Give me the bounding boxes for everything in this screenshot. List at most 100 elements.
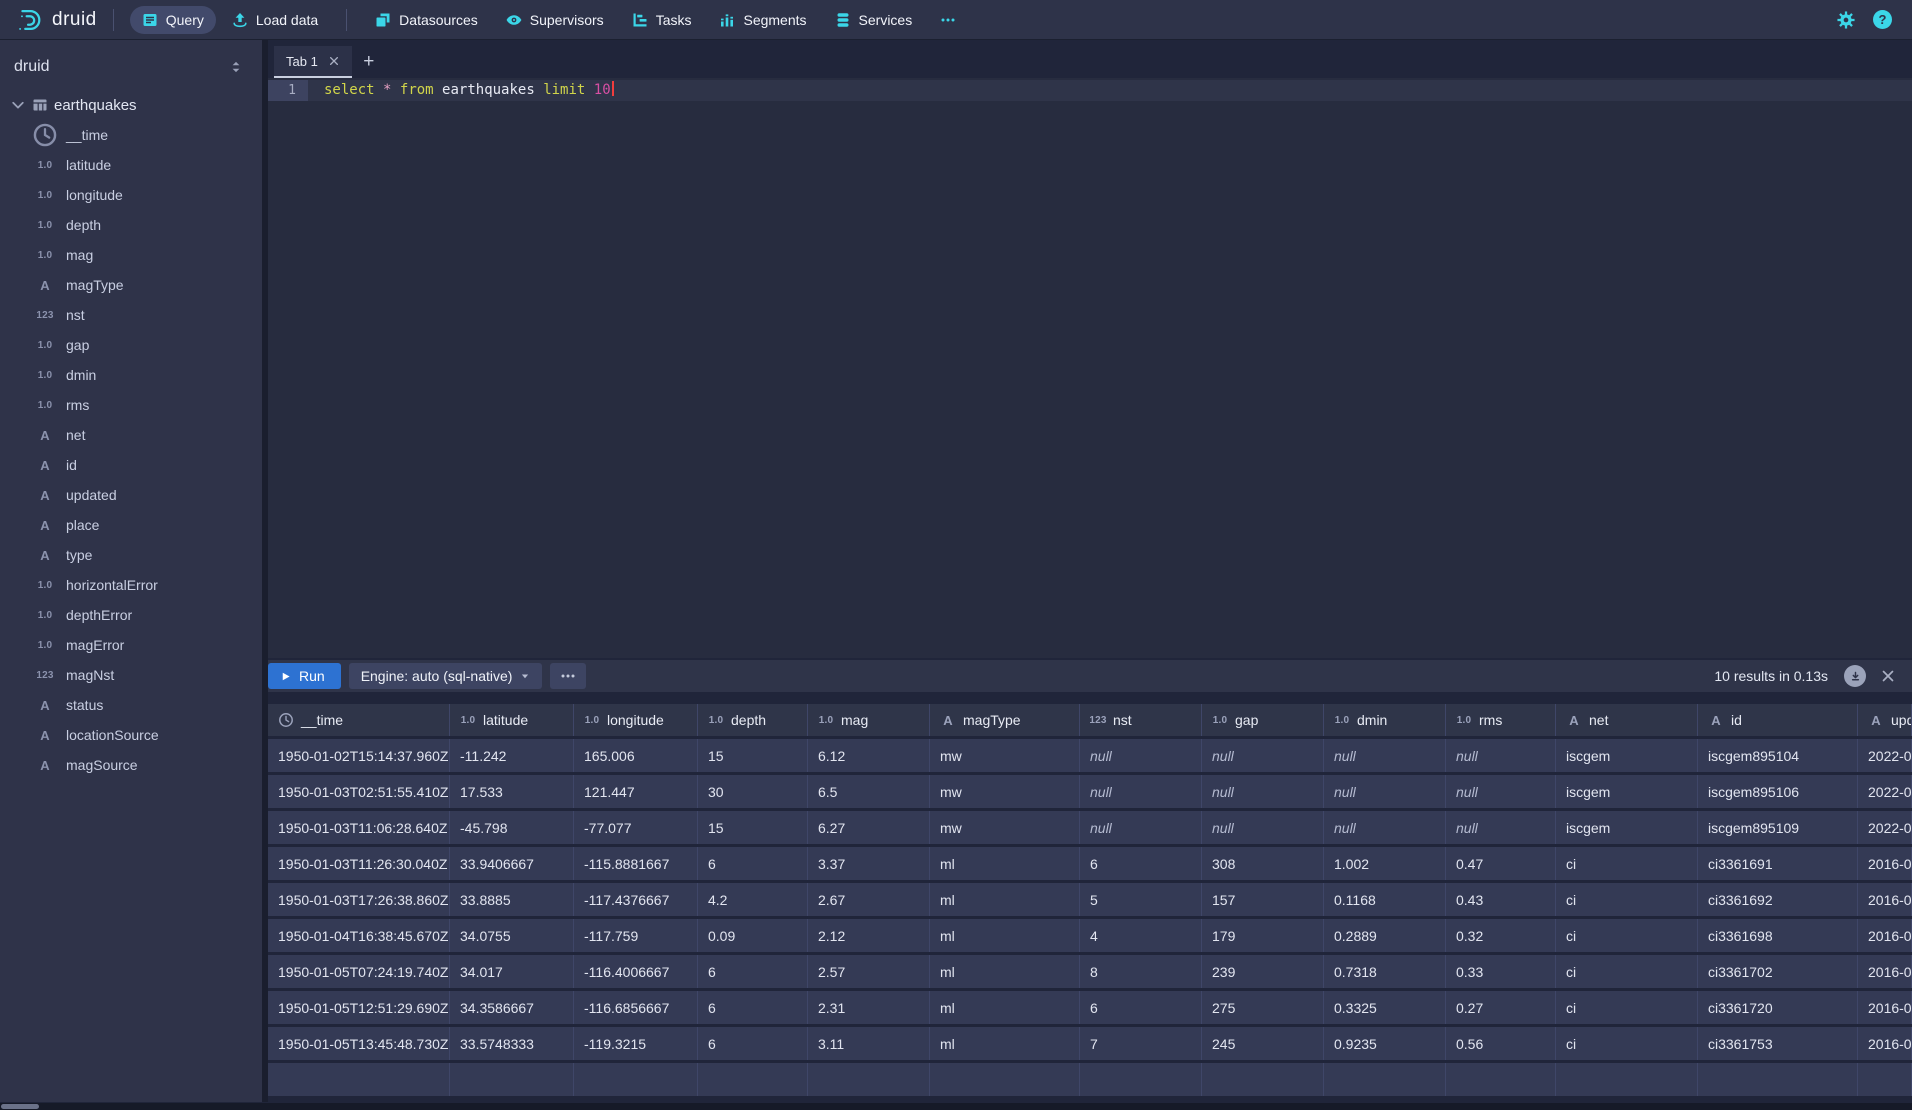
table-cell[interactable]: -77.077 [574, 811, 698, 844]
chevron-down-icon[interactable] [10, 97, 26, 113]
table-cell[interactable]: 2016-0 [1858, 955, 1912, 988]
table-cell[interactable]: mw [930, 739, 1080, 772]
table-cell[interactable] [1858, 1063, 1912, 1096]
nav-item[interactable] [928, 6, 976, 34]
table-cell[interactable]: 179 [1202, 919, 1324, 952]
table-cell[interactable]: 6.5 [808, 775, 930, 808]
table-cell[interactable] [450, 1063, 574, 1096]
table-cell[interactable] [268, 1063, 450, 1096]
column-header-upd[interactable]: Aupd [1858, 704, 1912, 736]
double-caret-vertical-icon[interactable] [228, 59, 244, 75]
nav-item-datasources[interactable]: Datasources [363, 6, 490, 34]
nav-item-load-data[interactable]: Load data [220, 6, 330, 34]
table-cell[interactable]: iscgem [1556, 739, 1698, 772]
table-cell[interactable] [1080, 1063, 1202, 1096]
column-header-net[interactable]: Anet [1556, 704, 1698, 736]
table-cell[interactable]: ci [1556, 847, 1698, 880]
table-cell[interactable]: 33.8885 [450, 883, 574, 916]
sql-editor[interactable]: 1 select * from earthquakes limit 10 [268, 78, 1912, 658]
nav-item-supervisors[interactable]: Supervisors [494, 6, 616, 34]
table-cell[interactable] [1556, 1063, 1698, 1096]
table-cell[interactable]: 6 [1080, 991, 1202, 1024]
sidebar-column-item[interactable]: 1.0 horizontalError [0, 570, 262, 600]
table-cell[interactable]: mw [930, 775, 1080, 808]
table-cell[interactable]: ml [930, 991, 1080, 1024]
add-tab-button[interactable]: + [352, 46, 386, 78]
table-cell[interactable]: 2.67 [808, 883, 930, 916]
column-header-longitude[interactable]: 1.0longitude [574, 704, 698, 736]
table-cell[interactable] [808, 1063, 930, 1096]
table-cell[interactable]: iscgem895106 [1698, 775, 1858, 808]
sidebar-column-item[interactable]: A locationSource [0, 720, 262, 750]
sidebar-column-item[interactable]: 123 nst [0, 300, 262, 330]
table-cell[interactable]: 0.9235 [1324, 1027, 1446, 1060]
settings-gear-icon[interactable] [1837, 11, 1855, 29]
table-cell[interactable]: 165.006 [574, 739, 698, 772]
table-cell[interactable]: 157 [1202, 883, 1324, 916]
table-cell[interactable]: 2016-0 [1858, 883, 1912, 916]
table-cell[interactable]: iscgem [1556, 811, 1698, 844]
download-results-icon[interactable] [1844, 665, 1866, 687]
table-cell[interactable]: 0.2889 [1324, 919, 1446, 952]
table-cell[interactable]: 1950-01-04T16:38:45.670Z [268, 919, 450, 952]
table-cell[interactable]: 4.2 [698, 883, 808, 916]
sidebar-column-item[interactable]: 1.0 rms [0, 390, 262, 420]
nav-item-services[interactable]: Services [823, 6, 925, 34]
column-header-nst[interactable]: 123nst [1080, 704, 1202, 736]
table-cell[interactable]: 34.017 [450, 955, 574, 988]
table-cell[interactable]: null [1202, 739, 1324, 772]
column-header-latitude[interactable]: 1.0latitude [450, 704, 574, 736]
table-cell[interactable]: 2.12 [808, 919, 930, 952]
table-cell[interactable]: 245 [1202, 1027, 1324, 1060]
table-cell[interactable]: 2.57 [808, 955, 930, 988]
table-cell[interactable]: 5 [1080, 883, 1202, 916]
sidebar-column-item[interactable]: A net [0, 420, 262, 450]
table-cell[interactable]: 1950-01-05T07:24:19.740Z [268, 955, 450, 988]
table-cell[interactable]: ci3361698 [1698, 919, 1858, 952]
table-cell[interactable]: ci [1556, 955, 1698, 988]
column-header-gap[interactable]: 1.0gap [1202, 704, 1324, 736]
table-cell[interactable]: 0.09 [698, 919, 808, 952]
table-cell[interactable]: 2.31 [808, 991, 930, 1024]
table-cell[interactable]: ci3361691 [1698, 847, 1858, 880]
table-cell[interactable]: 3.11 [808, 1027, 930, 1060]
table-cell[interactable]: ml [930, 847, 1080, 880]
table-cell[interactable]: 0.56 [1446, 1027, 1556, 1060]
table-cell[interactable] [1324, 1063, 1446, 1096]
table-cell[interactable] [930, 1063, 1080, 1096]
table-cell[interactable]: 0.43 [1446, 883, 1556, 916]
more-options-button[interactable] [550, 663, 586, 689]
table-cell[interactable]: null [1446, 811, 1556, 844]
table-cell[interactable]: 0.32 [1446, 919, 1556, 952]
table-cell[interactable]: ml [930, 955, 1080, 988]
table-cell[interactable]: 6.27 [808, 811, 930, 844]
table-cell[interactable]: iscgem895104 [1698, 739, 1858, 772]
table-cell[interactable]: 1950-01-03T11:06:28.640Z [268, 811, 450, 844]
table-cell[interactable]: 15 [698, 739, 808, 772]
table-cell[interactable]: 0.7318 [1324, 955, 1446, 988]
table-cell[interactable]: -116.6856667 [574, 991, 698, 1024]
column-header-rms[interactable]: 1.0rms [1446, 704, 1556, 736]
column-header-dmin[interactable]: 1.0dmin [1324, 704, 1446, 736]
table-cell[interactable]: 6 [698, 955, 808, 988]
sidebar-column-item[interactable]: 1.0 depthError [0, 600, 262, 630]
table-cell[interactable]: 6.12 [808, 739, 930, 772]
sidebar-column-item[interactable]: 1.0 dmin [0, 360, 262, 390]
table-cell[interactable]: ci3361753 [1698, 1027, 1858, 1060]
help-icon[interactable]: ? [1873, 10, 1892, 29]
table-cell[interactable]: 1950-01-03T02:51:55.410Z [268, 775, 450, 808]
table-cell[interactable]: 308 [1202, 847, 1324, 880]
table-cell[interactable]: 33.9406667 [450, 847, 574, 880]
column-header-id[interactable]: Aid [1698, 704, 1858, 736]
table-cell[interactable]: 1950-01-05T13:45:48.730Z [268, 1027, 450, 1060]
column-header-depth[interactable]: 1.0depth [698, 704, 808, 736]
sidebar-column-item[interactable]: 1.0 longitude [0, 180, 262, 210]
nav-item-query[interactable]: Query [130, 6, 216, 34]
table-cell[interactable]: 2022-0 [1858, 775, 1912, 808]
table-cell[interactable]: 2016-0 [1858, 847, 1912, 880]
table-cell[interactable]: 1950-01-03T17:26:38.860Z [268, 883, 450, 916]
table-cell[interactable] [574, 1063, 698, 1096]
table-cell[interactable]: 4 [1080, 919, 1202, 952]
sidebar-column-item[interactable]: 1.0 magError [0, 630, 262, 660]
table-cell[interactable] [1446, 1063, 1556, 1096]
